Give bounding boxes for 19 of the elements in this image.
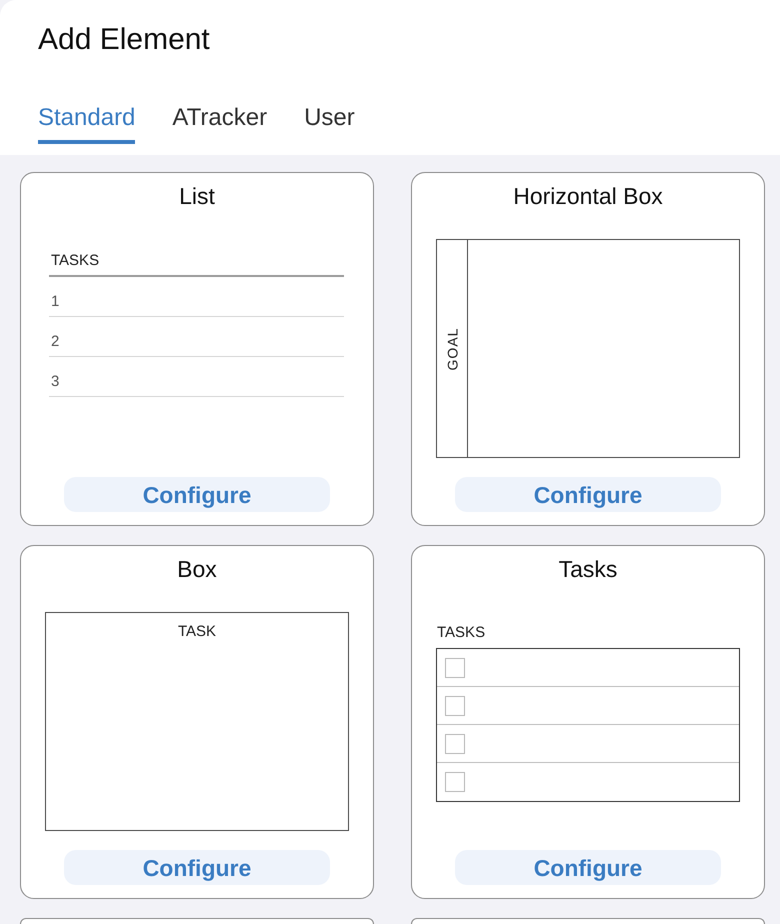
list-row-number: 1	[51, 293, 60, 311]
card-title: Box	[177, 555, 217, 583]
side-label: GOAL	[444, 327, 460, 370]
task-list-label: TASKS	[437, 624, 486, 642]
configure-button[interactable]: Configure	[64, 850, 330, 885]
configure-button[interactable]: Configure	[455, 850, 721, 885]
list-row-number: 3	[51, 373, 60, 391]
configure-button[interactable]: Configure	[455, 477, 721, 512]
card-title: List	[179, 182, 215, 210]
tab[interactable]: ATracker	[172, 102, 268, 144]
tab[interactable]: Standard	[38, 102, 136, 144]
card-title: Horizontal Box	[513, 182, 663, 210]
list-row-number: 2	[51, 333, 60, 351]
configure-button[interactable]: Configure	[64, 477, 330, 512]
box-label: TASK	[178, 623, 216, 641]
tab[interactable]: User	[304, 102, 355, 144]
list-header-label: TASKS	[51, 252, 100, 270]
card-title: Tasks	[558, 555, 618, 583]
sheet-title: Add Element	[38, 22, 210, 58]
